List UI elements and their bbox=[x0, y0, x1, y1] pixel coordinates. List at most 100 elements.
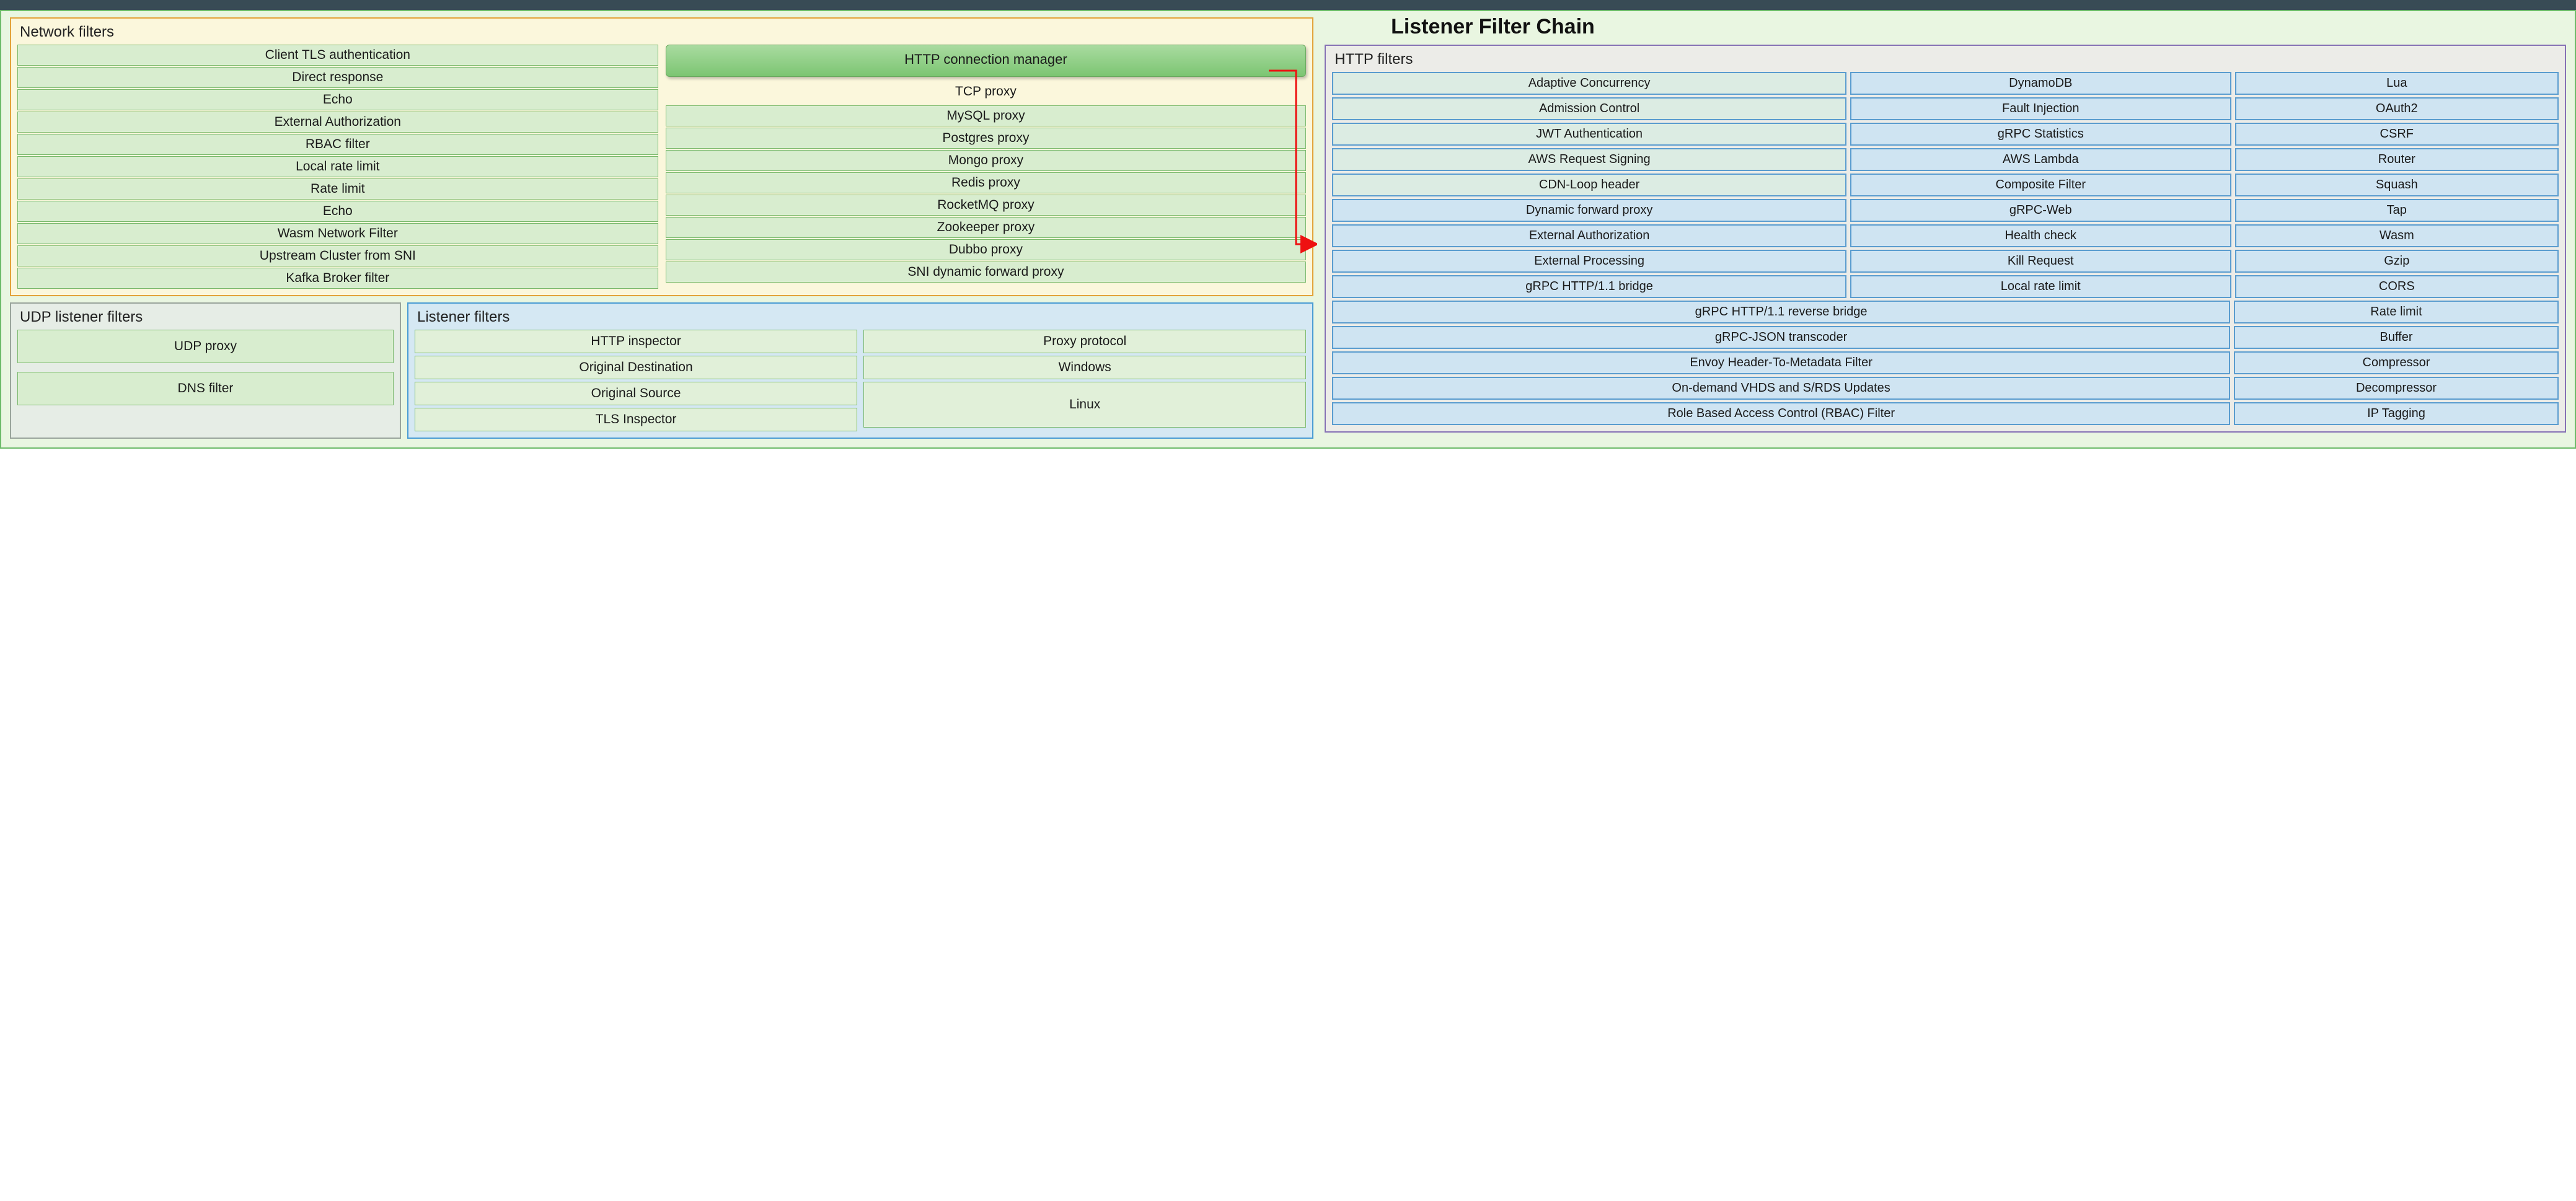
http-filter-item: Kill Request bbox=[1850, 250, 2231, 273]
http-filter-item: Squash bbox=[2235, 174, 2559, 196]
http-filter-item: Composite Filter bbox=[1850, 174, 2231, 196]
http-filter-row: gRPC HTTP/1.1 bridgeLocal rate limitCORS bbox=[1332, 275, 2559, 298]
network-filter-item: Wasm Network Filter bbox=[17, 223, 658, 244]
http-connection-manager-box: HTTP connection manager bbox=[666, 45, 1307, 77]
diagram-title: Listener Filter Chain bbox=[1391, 15, 1595, 39]
right-column: HTTP filters Adaptive ConcurrencyDynamoD… bbox=[1325, 45, 2566, 433]
http-filter-item: External Authorization bbox=[1332, 224, 1846, 247]
udp-listener-filters-title: UDP listener filters bbox=[20, 309, 394, 326]
listener-filter-item: Original Destination bbox=[415, 356, 857, 379]
network-filter-item: Rate limit bbox=[17, 178, 658, 200]
http-filter-item: JWT Authentication bbox=[1332, 123, 1846, 146]
http-filter-item: Decompressor bbox=[2234, 377, 2559, 400]
http-filter-row: gRPC-JSON transcoderBuffer bbox=[1332, 326, 2559, 349]
network-filter-item: SNI dynamic forward proxy bbox=[666, 262, 1307, 283]
http-filter-item: Admission Control bbox=[1332, 97, 1846, 120]
network-filter-item: Echo bbox=[17, 89, 658, 110]
http-filters-grid: Adaptive ConcurrencyDynamoDBLuaAdmission… bbox=[1332, 72, 2559, 425]
http-filter-item: Gzip bbox=[2235, 250, 2559, 273]
http-filter-row: Admission ControlFault InjectionOAuth2 bbox=[1332, 97, 2559, 120]
udp-filter-item: DNS filter bbox=[17, 372, 394, 405]
tcp-proxy-label: TCP proxy bbox=[666, 82, 1307, 104]
bottom-row: UDP listener filters UDP proxy DNS filter… bbox=[10, 302, 1313, 439]
http-filter-item: Buffer bbox=[2234, 326, 2559, 349]
network-col-a: Client TLS authenticationDirect response… bbox=[17, 45, 658, 289]
diagram-canvas: Listener Filter Chain Network filters Cl… bbox=[0, 10, 2576, 449]
http-filter-item: IP Tagging bbox=[2234, 402, 2559, 425]
http-filters-title: HTTP filters bbox=[1334, 51, 2559, 68]
http-filter-row: CDN-Loop headerComposite FilterSquash bbox=[1332, 174, 2559, 196]
http-filter-row: AWS Request SigningAWS LambdaRouter bbox=[1332, 148, 2559, 171]
udp-listener-filters-panel: UDP listener filters UDP proxy DNS filter bbox=[10, 302, 401, 439]
listener-filters-title: Listener filters bbox=[417, 309, 1306, 326]
network-filter-item: Direct response bbox=[17, 67, 658, 88]
network-filter-item: Local rate limit bbox=[17, 156, 658, 177]
network-filters-title: Network filters bbox=[20, 24, 1306, 41]
http-filter-item: DynamoDB bbox=[1850, 72, 2231, 95]
listener-col-b: Proxy protocol Windows Linux bbox=[863, 330, 1306, 431]
listener-filter-item: Linux bbox=[863, 382, 1306, 428]
http-filter-item: CDN-Loop header bbox=[1332, 174, 1846, 196]
http-filter-item: AWS Request Signing bbox=[1332, 148, 1846, 171]
udp-filter-item: UDP proxy bbox=[17, 330, 394, 363]
http-filter-item: Dynamic forward proxy bbox=[1332, 199, 1846, 222]
http-filter-item: Local rate limit bbox=[1850, 275, 2231, 298]
http-filter-item: CSRF bbox=[2235, 123, 2559, 146]
http-filter-item: gRPC-JSON transcoder bbox=[1332, 326, 2230, 349]
network-filter-item: Upstream Cluster from SNI bbox=[17, 245, 658, 266]
listener-filter-item: Original Source bbox=[415, 382, 857, 405]
network-filter-item: RBAC filter bbox=[17, 134, 658, 155]
http-filter-row: Dynamic forward proxygRPC-WebTap bbox=[1332, 199, 2559, 222]
network-col-b: HTTP connection manager TCP proxy MySQL … bbox=[666, 45, 1307, 289]
http-filter-row: Role Based Access Control (RBAC) FilterI… bbox=[1332, 402, 2559, 425]
http-filter-item: OAuth2 bbox=[2235, 97, 2559, 120]
network-filter-item: RocketMQ proxy bbox=[666, 195, 1307, 216]
http-filter-item: gRPC HTTP/1.1 bridge bbox=[1332, 275, 1846, 298]
http-filter-item: On-demand VHDS and S/RDS Updates bbox=[1332, 377, 2230, 400]
http-filter-item: Health check bbox=[1850, 224, 2231, 247]
http-filter-row: On-demand VHDS and S/RDS UpdatesDecompre… bbox=[1332, 377, 2559, 400]
http-filter-item: Fault Injection bbox=[1850, 97, 2231, 120]
network-filter-item: Zookeeper proxy bbox=[666, 217, 1307, 238]
http-filter-item: gRPC Statistics bbox=[1850, 123, 2231, 146]
listener-filter-item: Proxy protocol bbox=[863, 330, 1306, 353]
http-filter-row: Envoy Header-To-Metadata FilterCompresso… bbox=[1332, 351, 2559, 374]
http-filter-item: Wasm bbox=[2235, 224, 2559, 247]
listener-filter-item: Windows bbox=[863, 356, 1306, 379]
http-filters-panel: HTTP filters Adaptive ConcurrencyDynamoD… bbox=[1325, 45, 2566, 433]
http-filter-item: gRPC-Web bbox=[1850, 199, 2231, 222]
network-filter-item: MySQL proxy bbox=[666, 105, 1307, 126]
http-filter-item: Router bbox=[2235, 148, 2559, 171]
left-column: Network filters Client TLS authenticatio… bbox=[10, 17, 1313, 439]
http-filter-row: External ProcessingKill RequestGzip bbox=[1332, 250, 2559, 273]
http-filter-item: Rate limit bbox=[2234, 301, 2559, 323]
http-filter-row: gRPC HTTP/1.1 reverse bridgeRate limit bbox=[1332, 301, 2559, 323]
listener-filters-panel: Listener filters HTTP inspector Original … bbox=[407, 302, 1313, 439]
network-filter-item: Echo bbox=[17, 201, 658, 222]
network-filter-item: Client TLS authentication bbox=[17, 45, 658, 66]
http-filter-item: Envoy Header-To-Metadata Filter bbox=[1332, 351, 2230, 374]
http-filter-item: External Processing bbox=[1332, 250, 1846, 273]
http-filter-item: gRPC HTTP/1.1 reverse bridge bbox=[1332, 301, 2230, 323]
http-filter-item: Adaptive Concurrency bbox=[1332, 72, 1846, 95]
listener-filter-item: TLS Inspector bbox=[415, 408, 857, 431]
network-filter-item: Dubbo proxy bbox=[666, 239, 1307, 260]
http-filter-item: Role Based Access Control (RBAC) Filter bbox=[1332, 402, 2230, 425]
network-col-b-items: MySQL proxyPostgres proxyMongo proxyRedi… bbox=[666, 105, 1307, 283]
listener-cols: HTTP inspector Original Destination Origin… bbox=[415, 330, 1306, 431]
window-topbar bbox=[0, 0, 2576, 10]
http-filter-item: Lua bbox=[2235, 72, 2559, 95]
network-filter-item: Mongo proxy bbox=[666, 150, 1307, 171]
http-filter-row: JWT AuthenticationgRPC StatisticsCSRF bbox=[1332, 123, 2559, 146]
listener-filter-item: HTTP inspector bbox=[415, 330, 857, 353]
network-filter-item: Postgres proxy bbox=[666, 128, 1307, 149]
http-filter-item: CORS bbox=[2235, 275, 2559, 298]
network-filter-item: Redis proxy bbox=[666, 172, 1307, 193]
network-columns: Client TLS authenticationDirect response… bbox=[17, 45, 1306, 289]
http-filter-item: AWS Lambda bbox=[1850, 148, 2231, 171]
http-filter-row: External AuthorizationHealth checkWasm bbox=[1332, 224, 2559, 247]
layout: Network filters Client TLS authenticatio… bbox=[10, 17, 2566, 439]
network-filter-item: Kafka Broker filter bbox=[17, 268, 658, 289]
http-filter-item: Compressor bbox=[2234, 351, 2559, 374]
listener-col-a: HTTP inspector Original Destination Origin… bbox=[415, 330, 857, 431]
